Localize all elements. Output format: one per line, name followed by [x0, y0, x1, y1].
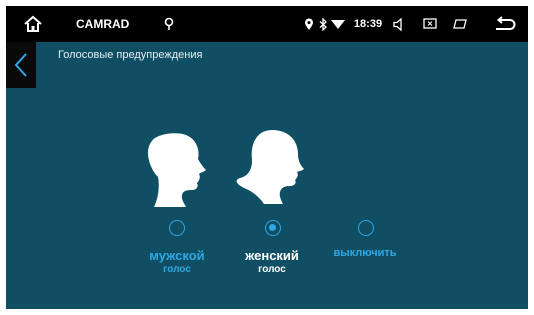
app-name: CAMRAD [76, 17, 130, 31]
option-male-label[interactable]: мужской [139, 248, 215, 263]
screen-icon[interactable] [421, 6, 439, 42]
bluetooth-icon [317, 6, 329, 42]
page-title: Голосовые предупреждения [58, 49, 203, 61]
location-icon [303, 6, 315, 42]
volume-icon[interactable] [391, 6, 407, 42]
screen: CAMRAD 18:39 Голосовые предупреждения му… [6, 6, 528, 309]
female-head-icon[interactable] [234, 128, 310, 215]
return-icon[interactable] [492, 6, 518, 42]
gps-icon [162, 6, 176, 42]
back-button[interactable] [6, 42, 36, 88]
option-female-label[interactable]: женский [234, 248, 310, 263]
clock: 18:39 [353, 18, 383, 30]
radio-male[interactable] [169, 220, 185, 236]
male-head-icon[interactable] [146, 131, 210, 214]
option-male-sublabel: голос [163, 264, 191, 275]
radio-female[interactable] [265, 220, 281, 236]
window-icon[interactable] [451, 6, 469, 42]
status-bar: CAMRAD 18:39 [6, 6, 528, 42]
radio-off[interactable] [358, 220, 374, 236]
option-female-sublabel: голос [258, 264, 286, 275]
home-icon[interactable] [20, 6, 46, 42]
option-off-label[interactable]: выключить [324, 247, 406, 259]
chevron-left-icon [14, 53, 27, 77]
wifi-icon [330, 6, 346, 42]
